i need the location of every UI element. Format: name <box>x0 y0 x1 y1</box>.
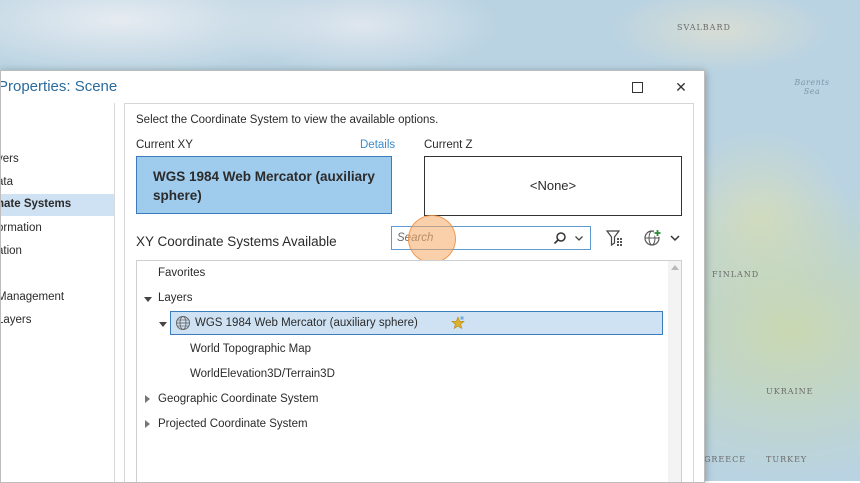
instruction-text: Select the Coordinate System to view the… <box>136 114 439 126</box>
sidebar-item-data[interactable]: ata <box>1 172 114 194</box>
chevron-down-icon[interactable] <box>665 228 685 248</box>
sidebar-item-hidden[interactable] <box>1 264 114 286</box>
add-coordinate-system-globe-icon[interactable] <box>643 228 663 248</box>
tree-node-geographic[interactable]: Geographic Coordinate System <box>158 393 318 405</box>
sidebar-item-label: Management <box>1 291 65 303</box>
filter-icon[interactable] <box>605 228 625 248</box>
scroll-up-arrow-icon[interactable] <box>671 265 679 270</box>
map-label-greece: GREECE <box>704 455 747 464</box>
sidebar-item-layers[interactable]: yers <box>1 149 114 171</box>
chevron-down-icon[interactable] <box>574 232 584 244</box>
tree-node-wgs84-selected[interactable]: WGS 1984 Web Mercator (auxiliary sphere) <box>170 311 663 335</box>
current-xy-value[interactable]: WGS 1984 Web Mercator (auxiliary sphere) <box>136 156 392 214</box>
expand-geographic-icon[interactable] <box>145 395 150 403</box>
click-highlight <box>408 215 456 263</box>
map-label-turkey: TURKEY <box>766 455 808 464</box>
coordinate-systems-panel: Select the Coordinate System to view the… <box>124 103 694 482</box>
sidebar-item-label: ation <box>1 245 22 257</box>
map-label-barents-sea: Barents Sea <box>794 78 830 96</box>
tree-node-world-topographic-map[interactable]: World Topographic Map <box>190 343 311 355</box>
sidebar-item-label: yers <box>1 153 19 165</box>
search-icon[interactable] <box>553 231 567 245</box>
dialog-title: Properties: Scene <box>0 78 118 95</box>
tree-node-favorites[interactable]: Favorites <box>158 267 205 279</box>
current-z-value[interactable]: <None> <box>424 156 682 216</box>
sidebar-item-label: nate Systems <box>1 198 72 210</box>
sidebar-item-label: ormation <box>1 222 42 234</box>
sidebar: l yers ata nate Systems ormation ation M… <box>1 103 115 482</box>
sidebar-item-management[interactable]: Management <box>1 287 114 309</box>
tree-node-layers[interactable]: Layers <box>158 292 193 304</box>
section-title: XY Coordinate Systems Available <box>136 234 337 249</box>
current-xy-label: Current XY <box>136 139 193 151</box>
collapse-wgs84-icon[interactable] <box>159 322 167 327</box>
sidebar-item-information[interactable]: ormation <box>1 218 114 240</box>
maximize-icon <box>632 82 643 93</box>
sidebar-item-location[interactable]: ation <box>1 241 114 263</box>
maximize-button[interactable] <box>623 75 651 99</box>
tree-node-projected[interactable]: Projected Coordinate System <box>158 418 308 430</box>
close-icon: ✕ <box>675 79 687 95</box>
sidebar-item-general[interactable]: l <box>1 103 114 125</box>
sidebar-item-label: Layers <box>1 314 32 326</box>
tree-scrollbar[interactable] <box>668 261 681 482</box>
details-link[interactable]: Details <box>360 139 395 151</box>
sidebar-item-layers-2[interactable]: Layers <box>1 310 114 332</box>
close-button[interactable]: ✕ <box>667 75 695 99</box>
star-icon[interactable] <box>451 316 465 330</box>
dialog-titlebar[interactable]: Properties: Scene ✕ <box>1 71 704 103</box>
sidebar-item-metadata[interactable] <box>1 126 114 148</box>
current-z-label: Current Z <box>424 139 473 151</box>
expand-projected-icon[interactable] <box>145 420 150 428</box>
globe-icon <box>176 316 190 330</box>
sidebar-item-label: ata <box>1 176 13 188</box>
tree-node-world-elevation-3d[interactable]: WorldElevation3D/Terrain3D <box>190 368 335 380</box>
collapse-layers-icon[interactable] <box>144 297 152 302</box>
map-label-ukraine: UKRAINE <box>766 387 814 396</box>
map-label-svalbard: SVALBARD <box>677 23 731 32</box>
tree-node-label: WGS 1984 Web Mercator (auxiliary sphere) <box>195 317 418 329</box>
coordinate-system-tree: Favorites Layers WGS 1984 Web Mercator (… <box>136 260 682 482</box>
properties-dialog: Properties: Scene ✕ l yers ata nate Syst… <box>0 70 705 483</box>
sidebar-item-coordinate-systems[interactable]: nate Systems <box>1 194 114 216</box>
map-label-finland: FINLAND <box>712 270 760 279</box>
